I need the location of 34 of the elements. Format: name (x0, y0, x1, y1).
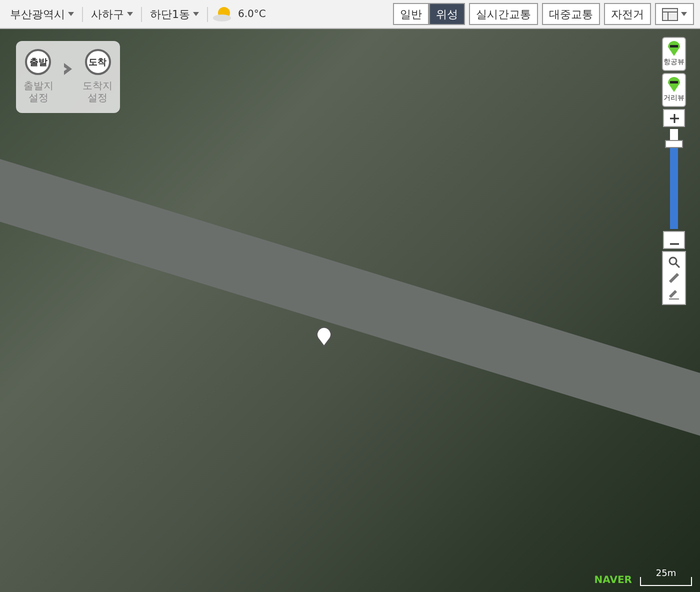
scale-text: 25m (656, 569, 676, 581)
minus-icon (670, 243, 678, 245)
region-dropdown[interactable]: 부산광역시 (6, 6, 83, 22)
start-pin[interactable]: 출발 (25, 49, 52, 75)
layer-button[interactable]: 자전거 (604, 3, 651, 25)
layer-button[interactable]: 실시간교통 (469, 3, 538, 25)
temperature-text: 6.0°C (238, 8, 266, 20)
region-dropdown[interactable]: 하단1동 (146, 6, 208, 22)
layout-button[interactable] (655, 3, 694, 25)
ruler-icon[interactable] (668, 272, 680, 284)
sun-cloud-icon (212, 6, 234, 22)
logo: NAVER (594, 575, 632, 586)
map-type-button[interactable]: 위성 (429, 3, 465, 25)
plus-icon (670, 114, 678, 123)
search-icon[interactable] (668, 256, 680, 268)
start-label: 출발지 설정 (22, 81, 54, 105)
zoom-out-button[interactable] (663, 231, 685, 249)
layout-icon (662, 8, 678, 20)
pin-icon (667, 39, 681, 57)
caret-icon (68, 12, 74, 16)
layer-button[interactable]: 대중교통 (542, 3, 600, 25)
region-dropdown[interactable]: 사하구 (87, 6, 142, 22)
chevron-icon (62, 63, 73, 75)
map-type-button[interactable]: 일반 (393, 3, 429, 25)
end-label: 도착지 설정 (82, 81, 114, 105)
location-marker-icon (316, 327, 332, 347)
caret-icon (681, 12, 687, 16)
caret-icon (193, 12, 199, 16)
eraser-icon[interactable] (668, 288, 680, 300)
zoom-in-button[interactable] (663, 109, 685, 127)
pin-icon (667, 75, 681, 93)
caret-icon (127, 12, 133, 16)
zoom-thumb[interactable] (665, 140, 683, 148)
end-pin[interactable]: 도착 (84, 49, 111, 75)
